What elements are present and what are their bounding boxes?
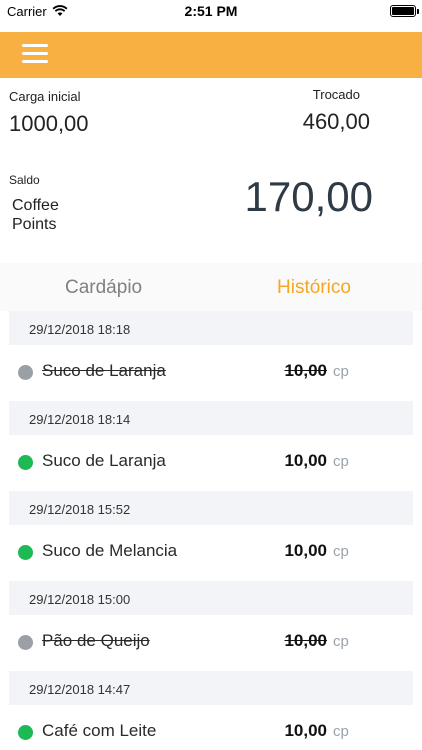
item-price: 10,00 [284,631,327,650]
history-entry: 29/12/2018 14:47 Café com Leite 10,00 cp [0,671,422,750]
nav-bar [0,32,422,78]
history-item[interactable]: Suco de Laranja 10,00 cp [0,435,422,491]
item-name: Suco de Laranja [42,361,166,380]
initial-load-value: 1000,00 [9,111,89,136]
tab-history[interactable]: Histórico [277,277,351,299]
item-unit: cp [333,363,349,380]
battery-icon [390,5,419,17]
hamburger-menu-icon[interactable] [22,44,50,66]
entry-date: 29/12/2018 15:00 [9,581,413,615]
exchanged-value: 460,00 [302,109,370,134]
item-price: 10,00 [284,451,327,470]
entry-date: 29/12/2018 14:47 [9,671,413,705]
history-item[interactable]: Pão de Queijo 10,00 cp [0,615,422,671]
history-entry: 29/12/2018 18:14 Suco de Laranja 10,00 cp [0,401,422,491]
history-list[interactable]: 29/12/2018 18:18 Suco de Laranja 10,00 cp 29… [0,311,422,750]
history-item[interactable]: Suco de Melancia 10,00 cp [0,525,422,581]
tab-bar: Cardápio Histórico [0,263,422,311]
item-name: Suco de Laranja [42,451,166,470]
clock: 2:51 PM [184,3,238,19]
history-entry: 29/12/2018 18:18 Suco de Laranja 10,00 cp [0,311,422,401]
entry-date: 29/12/2018 18:14 [9,401,413,435]
item-name: Suco de Melancia [42,541,178,560]
status-dot-icon [18,545,33,560]
item-unit: cp [333,723,349,740]
item-unit: cp [333,453,349,470]
entry-date: 29/12/2018 15:52 [9,491,413,525]
balance-value: 170,00 [244,173,373,220]
status-dot-icon [18,455,33,470]
exchanged-label: Trocado [312,87,360,102]
status-dot-icon [18,635,33,650]
item-unit: cp [333,633,349,650]
history-item[interactable]: Suco de Laranja 10,00 cp [0,345,422,401]
item-name: Pão de Queijo [42,631,150,650]
status-dot-icon [18,365,33,380]
status-dot-icon [18,725,33,740]
item-price: 10,00 [284,721,327,740]
tab-menu[interactable]: Cardápio [65,277,142,299]
status-bar: Carrier 2:51 PM [0,0,422,24]
initial-load-label: Carga inicial [9,89,81,104]
item-price: 10,00 [284,541,327,560]
history-item[interactable]: Café com Leite 10,00 cp [0,705,422,750]
item-unit: cp [333,543,349,560]
history-entry: 29/12/2018 15:00 Pão de Queijo 10,00 cp [0,581,422,671]
entry-date: 29/12/2018 18:18 [9,311,413,345]
item-name: Café com Leite [42,721,157,740]
history-entry: 29/12/2018 15:52 Suco de Melancia 10,00 cp [0,491,422,581]
item-price: 10,00 [284,361,327,380]
